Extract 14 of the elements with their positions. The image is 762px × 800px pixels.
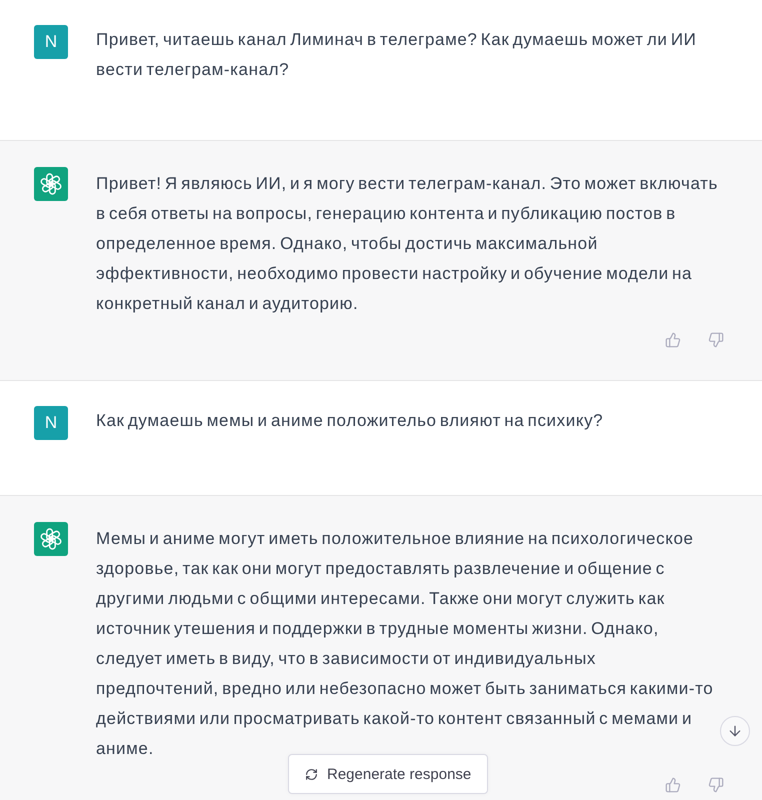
regenerate-button[interactable]: Regenerate response — [288, 754, 488, 794]
assistant-logo-icon — [34, 522, 68, 556]
thumbs-up-icon[interactable] — [665, 777, 681, 793]
assistant-logo-icon — [34, 167, 68, 201]
message-text: Как думаешь мемы и аниме положительо влияют на психику? — [96, 410, 604, 432]
refresh-icon — [305, 768, 318, 780]
thumbs-up-icon[interactable] — [665, 332, 681, 348]
thumbs-down-icon[interactable] — [708, 777, 724, 793]
arrow-down-icon — [727, 723, 743, 739]
user-avatar: N — [34, 406, 68, 440]
user-avatar: N — [34, 25, 68, 59]
message-text: Привет, читаешь канал Лиминач в телеграме? Как думаешь может ли ИИ вести телеграм-канал? — [96, 29, 698, 81]
message-text: Привет! Я являюсь ИИ, и я могу вести телеграм-канал. Это может включать в себя ответы на вопросы, генерацию контента и публикацию постов в определенное время. Однако, чтобы достичь максимальной эффективности, необходимо провести настройку и обучение модели на конкретный канал и аудиторию. — [96, 173, 719, 315]
thumbs-down-icon[interactable] — [708, 332, 724, 348]
